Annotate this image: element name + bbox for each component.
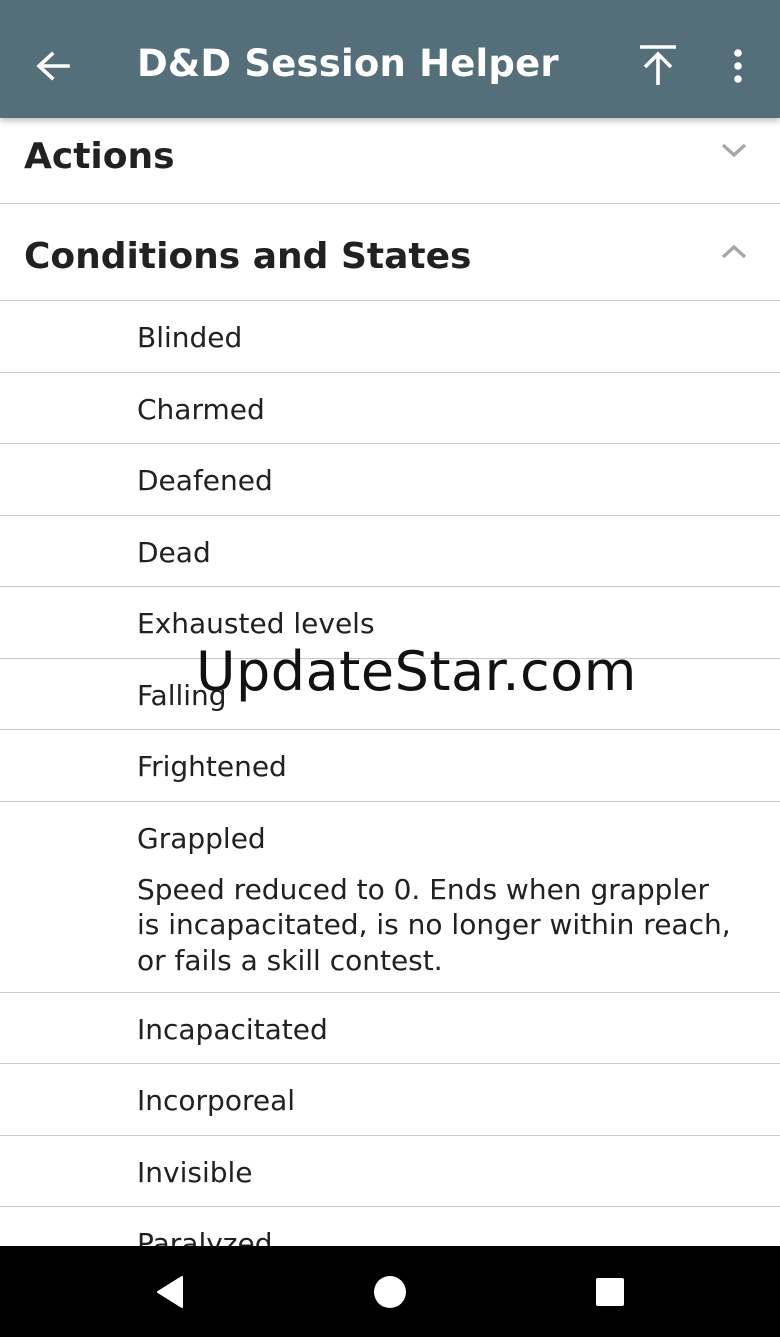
condition-name: Grappled (137, 821, 266, 855)
square-recents-icon (596, 1278, 624, 1306)
nav-recents-button[interactable] (580, 1268, 640, 1316)
section-header-conditions[interactable]: Conditions and States (0, 204, 780, 301)
condition-item-dead[interactable]: Dead (0, 516, 780, 587)
condition-name: Paralyzed (137, 1227, 273, 1246)
section-label-actions: Actions (24, 136, 175, 177)
scroll-to-top-button[interactable] (628, 36, 688, 94)
section-header-actions[interactable]: Actions (0, 118, 780, 204)
condition-description: Speed reduced to 0. Ends when grappler i… (137, 872, 731, 977)
content-list[interactable]: Actions Conditions and States Blinded Ch… (0, 118, 780, 1246)
condition-item-deafened[interactable]: Deafened (0, 444, 780, 516)
condition-name: Incapacitated (137, 1012, 328, 1046)
condition-item-frightened[interactable]: Frightened (0, 730, 780, 802)
condition-name: Incorporeal (137, 1084, 296, 1117)
condition-item-grappled[interactable]: Grappled Speed reduced to 0. Ends when g… (0, 802, 780, 993)
condition-name: Dead (137, 535, 211, 569)
condition-item-falling[interactable]: Falling (0, 659, 780, 730)
condition-name: Falling (137, 678, 227, 712)
condition-name: Blinded (137, 321, 243, 354)
condition-item-incapacitated[interactable]: Incapacitated (0, 993, 780, 1064)
condition-name: Frightened (137, 750, 287, 783)
condition-item-invisible[interactable]: Invisible (0, 1136, 780, 1207)
vertical-align-top-icon (640, 45, 676, 85)
condition-item-paralyzed[interactable]: Paralyzed (0, 1207, 780, 1246)
condition-name: Deafened (137, 464, 273, 497)
triangle-back-icon (157, 1276, 183, 1308)
nav-home-button[interactable] (360, 1268, 420, 1316)
nav-back-button[interactable] (140, 1268, 200, 1316)
condition-item-exhausted-levels[interactable]: Exhausted levels (0, 587, 780, 659)
condition-name: Charmed (137, 392, 265, 426)
arrow-left-icon (36, 51, 70, 81)
condition-name: Exhausted levels (137, 607, 375, 640)
more-vertical-icon (734, 49, 742, 83)
chevron-up-icon (716, 234, 752, 270)
condition-item-charmed[interactable]: Charmed (0, 373, 780, 444)
system-nav-bar (0, 1246, 780, 1337)
more-options-button[interactable] (712, 38, 764, 94)
condition-name: Invisible (137, 1155, 253, 1189)
chevron-down-icon (716, 132, 752, 168)
circle-home-icon (374, 1276, 406, 1308)
condition-item-incorporeal[interactable]: Incorporeal (0, 1064, 780, 1136)
app-title: D&D Session Helper (137, 42, 559, 85)
app-bar: D&D Session Helper (0, 0, 780, 118)
back-button[interactable] (22, 38, 84, 94)
condition-item-blinded[interactable]: Blinded (0, 301, 780, 373)
section-label-conditions: Conditions and States (24, 236, 472, 277)
